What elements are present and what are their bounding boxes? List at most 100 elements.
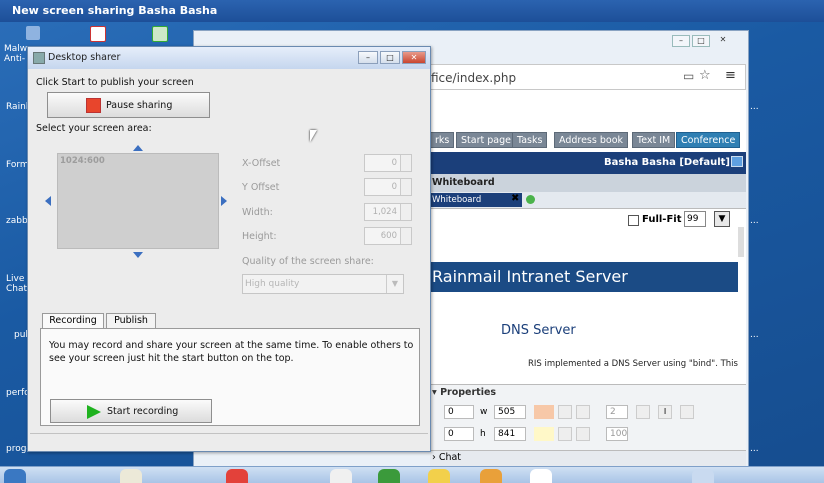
bold-icon[interactable] (636, 405, 650, 419)
dialog-minimize-button[interactable]: – (358, 51, 378, 64)
desktop-label-pul[interactable]: pul (14, 330, 28, 340)
body-text: RIS implemented a DNS Server using "bind… (528, 359, 738, 369)
full-fit-checkbox[interactable] (628, 215, 639, 226)
y-offset-label: Y Offset (242, 182, 280, 193)
whiteboard-header: Whiteboard (430, 174, 746, 192)
start-recording-label: Start recording (107, 406, 179, 417)
desktop-ellipsis: ... (750, 102, 759, 112)
arrow-right-icon[interactable] (221, 196, 227, 206)
x-offset-label: X-Offset (242, 158, 281, 169)
chevron-down-icon[interactable]: ▼ (386, 275, 403, 293)
fill-color-swatch[interactable] (534, 405, 554, 419)
page-header-area (430, 90, 746, 129)
spinner-icon[interactable] (400, 228, 411, 244)
desktop-label-livechat[interactable]: Live Chat (6, 274, 27, 294)
height-label: Height: (242, 231, 277, 242)
spinner-icon[interactable] (400, 204, 411, 220)
quality-label: Quality of the screen share: (242, 256, 374, 267)
star-icon[interactable]: ☆ (699, 68, 711, 83)
maximize-button[interactable]: □ (692, 35, 710, 47)
underline-icon[interactable] (680, 405, 694, 419)
user-name[interactable]: Basha Basha [Default] (604, 157, 730, 168)
menu-icon[interactable]: ≡ (725, 68, 736, 83)
start-recording-button[interactable]: Start recording (50, 399, 212, 423)
dialog-close-button[interactable]: ✕ (402, 51, 426, 64)
minimize-button[interactable]: – (672, 35, 690, 47)
explorer-icon[interactable] (120, 469, 142, 483)
tab-works[interactable]: rks (430, 132, 455, 148)
tray-icon[interactable] (692, 469, 714, 483)
line-color-swatch[interactable] (534, 427, 554, 441)
arrow-left-icon[interactable] (45, 196, 51, 206)
pen-icon[interactable] (558, 427, 572, 441)
pdf-icon[interactable] (90, 26, 106, 42)
properties-label-text: Properties (440, 387, 497, 398)
width-value: 1,024 (372, 207, 397, 217)
banner-text: Rainmail Intranet Server (432, 267, 628, 286)
desktop-label-malware[interactable]: Malw Anti- (4, 44, 27, 64)
h-label: h (480, 429, 486, 439)
browser-taskbar-icon[interactable] (226, 469, 248, 483)
x-offset-value: 0 (391, 158, 397, 168)
spinner-icon[interactable] (400, 155, 411, 171)
tab-text-im[interactable]: Text IM (632, 132, 676, 148)
spinner-icon[interactable] (400, 179, 411, 195)
properties-label: ▾ Properties (432, 387, 497, 398)
y-offset-input[interactable]: 0 (364, 178, 412, 196)
opacity-field[interactable]: 100 (606, 427, 628, 441)
canvas-scrollbar[interactable] (738, 227, 744, 257)
y-field[interactable]: 0 (444, 427, 474, 441)
dialog-maximize-button[interactable]: □ (380, 51, 400, 64)
monitor-icon (731, 156, 743, 167)
whiteboard-tab[interactable]: Whiteboard (430, 193, 522, 207)
document-icon[interactable] (152, 26, 168, 42)
height-input[interactable]: 600 (364, 227, 412, 245)
close-icon[interactable]: ✕ (714, 35, 732, 47)
line-size-field[interactable]: 2 (606, 405, 628, 419)
italic-icon[interactable]: I (658, 405, 672, 419)
desktop-ellipsis: ... (750, 216, 759, 226)
tab-address-book[interactable]: Address book (554, 132, 629, 148)
taskbar-app-icon[interactable] (480, 469, 502, 483)
tab-conference[interactable]: Conference (676, 132, 741, 148)
url-text[interactable]: fice/index.php (431, 71, 516, 85)
pause-sharing-button[interactable]: Pause sharing (47, 92, 210, 118)
arrow-up-icon[interactable] (133, 145, 143, 151)
instruction-text: Click Start to publish your screen (36, 77, 194, 88)
zoom-dropdown-icon[interactable]: ▼ (714, 211, 730, 227)
tab-start-page[interactable]: Start page (456, 132, 516, 148)
desktop-label-form[interactable]: Form (6, 160, 29, 170)
whiteboard-tabs: Whiteboard ✖ (430, 192, 746, 208)
add-tab-icon[interactable] (526, 195, 535, 204)
dialog-titlebar[interactable]: Desktop sharer – □ ✕ (28, 47, 430, 69)
tab-recording[interactable]: Recording (42, 313, 104, 329)
pen-icon[interactable] (558, 405, 572, 419)
lock-icon[interactable] (576, 405, 590, 419)
arrow-down-icon[interactable] (133, 252, 143, 258)
whiteboard-canvas[interactable]: Full-Fit 99 ▼ DNS Server RIS implemented… (430, 208, 746, 385)
address-bar[interactable]: fice/index.php ▭ ☆ ≡ (430, 64, 746, 90)
taskbar-app-icon[interactable] (330, 469, 352, 483)
desktop-sharer-dialog: Desktop sharer – □ ✕ Click Start to publ… (27, 46, 431, 452)
quality-select[interactable]: High quality ▼ (242, 274, 404, 294)
lock-icon[interactable] (576, 427, 590, 441)
start-button[interactable] (4, 469, 26, 483)
taskbar-app-icon[interactable] (428, 469, 450, 483)
x-offset-input[interactable]: 0 (364, 154, 412, 172)
h-field[interactable]: 841 (494, 427, 526, 441)
desktop-label-rain[interactable]: Rainl (6, 102, 28, 112)
y-offset-value: 0 (391, 182, 397, 192)
w-field[interactable]: 505 (494, 405, 526, 419)
taskbar-app-icon[interactable] (530, 469, 552, 483)
zoom-input[interactable]: 99 (684, 211, 706, 227)
network-icon[interactable] (26, 26, 40, 40)
tab-publish[interactable]: Publish (106, 313, 156, 329)
screen-area-preview[interactable]: 1024:600 (57, 153, 219, 249)
width-input[interactable]: 1,024 (364, 203, 412, 221)
taskbar-app-icon[interactable] (378, 469, 400, 483)
close-tab-icon[interactable]: ✖ (511, 193, 519, 204)
x-field[interactable]: 0 (444, 405, 474, 419)
page-action-icon[interactable]: ▭ (683, 69, 694, 83)
chat-bar[interactable]: › Chat (430, 450, 746, 467)
tab-tasks[interactable]: Tasks (512, 132, 548, 148)
